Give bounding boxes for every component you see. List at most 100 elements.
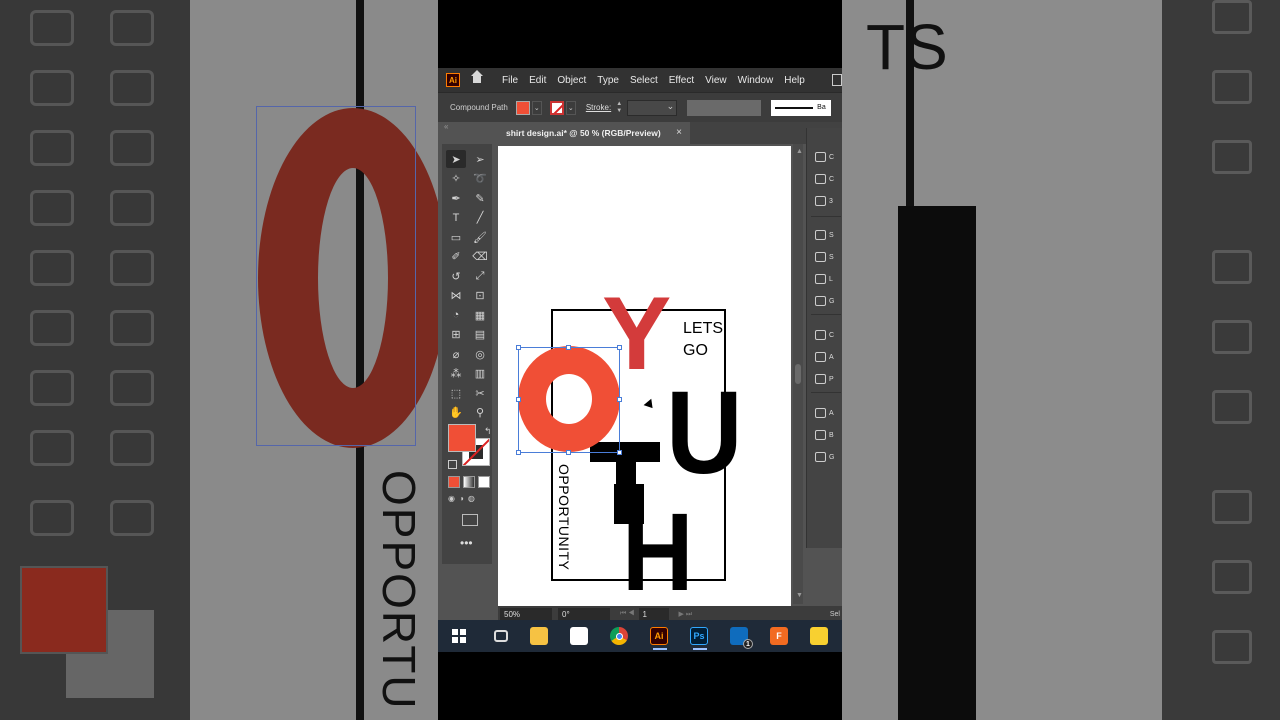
direct-selection-tool-icon[interactable]: ➢	[470, 150, 490, 168]
menu-view[interactable]: View	[705, 75, 727, 86]
shaper-tool-icon[interactable]: ✐	[446, 248, 466, 266]
resize-handle[interactable]	[617, 450, 622, 455]
panel-swatches[interactable]: S	[815, 228, 841, 242]
edit-toolbar-icon[interactable]: •••	[460, 536, 473, 550]
panel-graphic-styles[interactable]: G	[815, 450, 841, 464]
home-icon[interactable]	[470, 70, 484, 86]
document-tab[interactable]: shirt design.ai* @ 50 % (RGB/Preview) ×	[498, 122, 690, 144]
artboard-prev-icon[interactable]: ⏮ ◀	[620, 610, 635, 618]
resize-handle[interactable]	[617, 397, 622, 402]
panel-gradient[interactable]: G	[815, 294, 841, 308]
panel-appearance[interactable]: A	[815, 406, 841, 420]
fill-color-swatch[interactable]	[515, 100, 530, 115]
line-segment-tool-icon[interactable]: ╱	[470, 209, 490, 227]
menu-type[interactable]: Type	[597, 75, 619, 86]
menu-window[interactable]: Window	[738, 75, 774, 86]
perspective-grid-tool-icon[interactable]: ▦	[470, 306, 490, 324]
close-icon[interactable]: ×	[676, 127, 682, 138]
menu-select[interactable]: Select	[630, 75, 658, 86]
artboard-tool-icon[interactable]: ⬚	[446, 384, 466, 402]
hand-tool-icon[interactable]: ✋	[446, 404, 466, 422]
resize-handle[interactable]	[566, 450, 571, 455]
resize-handle[interactable]	[516, 345, 521, 350]
panel-brushes[interactable]: B	[815, 428, 841, 442]
rotation-field[interactable]: 0°	[558, 608, 610, 620]
fill-swatch-large[interactable]	[448, 424, 476, 452]
slice-tool-icon[interactable]: ✂	[470, 384, 490, 402]
menu-file[interactable]: File	[502, 75, 518, 86]
sticky-notes-icon[interactable]	[810, 627, 828, 645]
menu-edit[interactable]: Edit	[529, 75, 546, 86]
artboard[interactable]: Y LETS GO U H OPPORTUNITY	[498, 146, 791, 606]
stroke-label[interactable]: Stroke:	[586, 103, 611, 112]
panel-properties[interactable]: C	[815, 150, 841, 164]
gradient-mode-button[interactable]	[463, 476, 475, 488]
eraser-tool-icon[interactable]: ⌫	[470, 248, 490, 266]
resize-handle[interactable]	[566, 345, 571, 350]
type-tool-icon[interactable]: T	[446, 209, 466, 227]
width-tool-icon[interactable]: ⋈	[446, 287, 466, 305]
stroke-color-swatch[interactable]	[549, 100, 564, 115]
resize-handle[interactable]	[617, 345, 622, 350]
microsoft-store-icon[interactable]	[570, 627, 588, 645]
shape-builder-tool-icon[interactable]: ◔	[446, 306, 466, 324]
resize-handle[interactable]	[516, 450, 521, 455]
mail-icon[interactable]: 1	[730, 627, 753, 649]
column-graph-tool-icon[interactable]: ▥	[470, 365, 490, 383]
panel-pathfinder[interactable]: P	[815, 372, 841, 386]
status-selection-label[interactable]: Sel	[830, 611, 840, 618]
variable-width-profile[interactable]	[687, 99, 762, 116]
screen-mode-icon[interactable]	[462, 514, 478, 526]
menu-help[interactable]: Help	[784, 75, 805, 86]
blend-tool-icon[interactable]: ◎	[470, 345, 490, 363]
scale-tool-icon[interactable]: ⤢	[470, 267, 490, 285]
brush-definition-dropdown[interactable]: Ba	[771, 99, 832, 116]
pen-tool-icon[interactable]: ✒	[446, 189, 466, 207]
paintbrush-tool-icon[interactable]: 🖌	[470, 228, 490, 246]
draw-normal-icon[interactable]: ◉	[448, 494, 455, 503]
fill-dropdown[interactable]: ⌄	[531, 100, 542, 115]
none-mode-button[interactable]	[478, 476, 490, 488]
artboard-number-field[interactable]: 1	[638, 608, 669, 620]
panel-3d[interactable]: 3	[815, 194, 841, 208]
rotate-tool-icon[interactable]: ↺	[446, 267, 466, 285]
color-mode-button[interactable]	[448, 476, 460, 488]
magic-wand-tool-icon[interactable]: ✧	[446, 170, 466, 188]
zoom-level-field[interactable]: 50%	[500, 608, 552, 620]
windows-start-icon[interactable]	[450, 627, 468, 645]
scrollbar-thumb[interactable]	[795, 364, 801, 384]
scroll-up-icon[interactable]: ▲	[796, 148, 803, 155]
symbol-sprayer-tool-icon[interactable]: ⁂	[446, 365, 466, 383]
panel-stroke[interactable]: S	[815, 250, 841, 264]
mesh-tool-icon[interactable]: ⊞	[446, 326, 466, 344]
opportunity-text[interactable]: OPPORTUNITY	[556, 464, 572, 570]
letter-u-art[interactable]: U	[666, 374, 743, 492]
rectangle-tool-icon[interactable]: ▭	[446, 228, 466, 246]
resize-handle[interactable]	[516, 397, 521, 402]
scroll-down-icon[interactable]: ▼	[796, 592, 803, 599]
selection-bounding-box[interactable]	[518, 347, 620, 453]
eyedropper-tool-icon[interactable]: ⌀	[446, 345, 466, 363]
panel-align[interactable]: A	[815, 350, 841, 364]
photoshop-taskbar-icon[interactable]: Ps	[690, 627, 708, 650]
draw-inside-icon[interactable]: ◍	[468, 494, 475, 503]
menu-effect[interactable]: Effect	[669, 75, 694, 86]
swap-fill-stroke-icon[interactable]: ↰	[484, 426, 492, 437]
menu-object[interactable]: Object	[557, 75, 586, 86]
lets-go-text[interactable]: LETS GO	[683, 318, 723, 362]
panel-layers[interactable]: L	[815, 272, 841, 286]
panel-character[interactable]: C	[815, 328, 841, 342]
default-fill-stroke-icon[interactable]	[448, 460, 457, 469]
lasso-tool-icon[interactable]: ➰	[470, 170, 490, 188]
task-view-icon[interactable]	[494, 630, 508, 642]
draw-behind-icon[interactable]: ◑	[459, 494, 464, 503]
chrome-icon[interactable]	[610, 627, 628, 645]
letter-h-art[interactable]: H	[622, 498, 694, 607]
illustrator-taskbar-icon[interactable]: Ai	[650, 627, 668, 650]
collapse-toolbar-icon[interactable]: «	[444, 122, 448, 131]
panel-cc-libraries[interactable]: C	[815, 172, 841, 186]
stroke-dropdown[interactable]: ⌄	[565, 100, 576, 115]
selection-tool-icon[interactable]: ➤	[446, 150, 466, 168]
free-transform-tool-icon[interactable]: ⊡	[470, 287, 490, 305]
stroke-weight-input[interactable]	[627, 99, 678, 116]
